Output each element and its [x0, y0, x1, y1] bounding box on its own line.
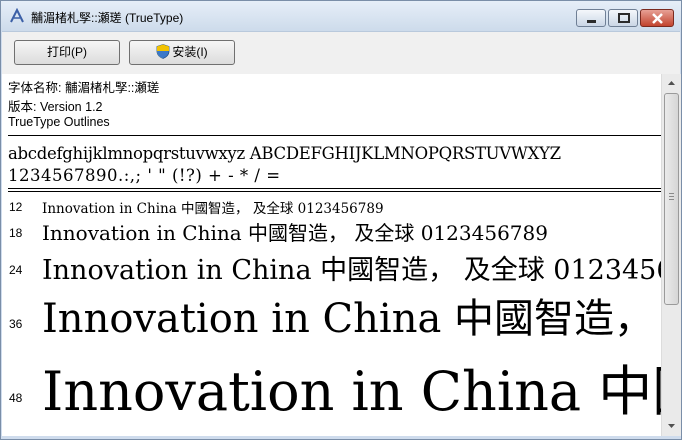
scrollbar-thumb[interactable] — [664, 93, 679, 305]
toolbar: 打印(P) 安装(I) — [2, 31, 680, 74]
scroll-down-icon[interactable] — [663, 417, 680, 434]
maximize-button[interactable] — [608, 9, 638, 27]
divider — [8, 191, 661, 192]
charset-letters: abcdefghijklmnopqrstuvwxyz ABCDEFGHIJKLM… — [8, 144, 561, 163]
font-app-icon — [10, 8, 24, 23]
close-icon — [652, 13, 663, 24]
sample-size-label: 18 — [9, 226, 23, 240]
uac-shield-icon — [156, 44, 170, 60]
maximize-icon — [618, 13, 630, 23]
font-name: 字体名称: 黼湄楮札孯::瀬瑳 — [8, 81, 160, 95]
sample-text-36: Innovation in China 中國智造， 及全球 0123456789 — [42, 296, 661, 342]
install-button-label: 安装(I) — [172, 45, 208, 59]
sample-text-12: Innovation in China 中國智造， 及全球 0123456789 — [42, 201, 384, 217]
minimize-icon — [587, 20, 596, 23]
install-button[interactable]: 安装(I) — [129, 40, 235, 65]
font-viewer-window: 黼湄楮札孯::瀬瑳 (TrueType) 打印(P) 安装(I) 字体名称: 黼… — [0, 0, 682, 440]
sample-text-18: Innovation in China 中國智造， 及全球 0123456789 — [42, 221, 548, 245]
title-bar: 黼湄楮札孯::瀬瑳 (TrueType) — [1, 1, 681, 31]
font-outline-type: TrueType Outlines — [8, 115, 110, 129]
print-button[interactable]: 打印(P) — [14, 40, 120, 65]
sample-size-label: 48 — [9, 391, 23, 405]
window-title: 黼湄楮札孯::瀬瑳 (TrueType) — [31, 11, 184, 25]
minimize-button[interactable] — [576, 9, 606, 27]
sample-text-48: Innovation in China 中國智造， 及全球 0123456789 — [42, 360, 661, 423]
sample-text-24: Innovation in China 中國智造， 及全球 0123456789 — [42, 255, 661, 286]
font-preview-area: 字体名称: 黼湄楮札孯::瀬瑳 版本: Version 1.2 TrueType… — [2, 74, 661, 436]
sample-size-label: 36 — [9, 317, 23, 331]
sample-size-label: 24 — [9, 263, 23, 277]
font-version: 版本: Version 1.2 — [8, 100, 103, 114]
vertical-scrollbar[interactable] — [661, 74, 681, 436]
close-button[interactable] — [640, 9, 674, 27]
scroll-up-icon[interactable] — [663, 75, 680, 92]
divider — [8, 188, 661, 189]
sample-size-label: 12 — [9, 200, 23, 214]
charset-digits: 1234567890.:,; ' " (!?) + - * / = — [8, 166, 281, 185]
divider — [8, 135, 661, 136]
